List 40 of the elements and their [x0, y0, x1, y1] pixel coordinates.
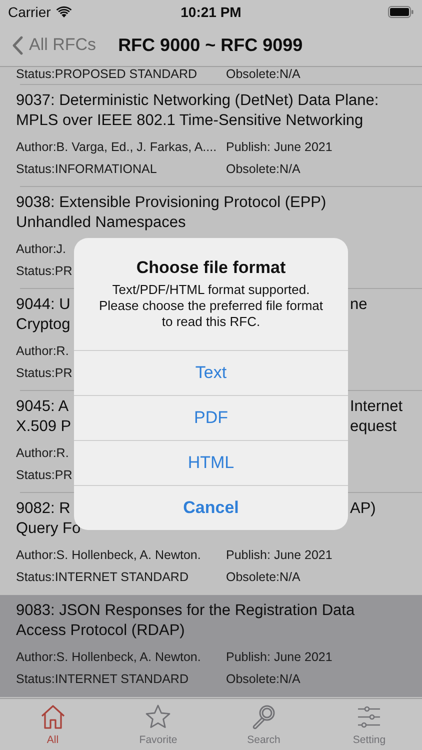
author-text: Author:R. [16, 343, 69, 360]
title-text: X.509 P [16, 418, 72, 435]
navigation-title: RFC 9000 ~ RFC 9099 [118, 34, 303, 56]
title-text: Access Protocol (RDAP) [16, 622, 185, 639]
author-text: Author:R. [16, 445, 69, 462]
author-text: Author:S. Hollenbeck, A. Newton. [16, 649, 201, 666]
publish-date: Publish: June 2021 [226, 649, 332, 666]
title-text: 9045: A [16, 398, 69, 415]
obsolete-text: Obsolete:N/A [226, 569, 300, 586]
carrier-label: Carrier [8, 2, 51, 22]
publish-date: Publish: June 2021 [226, 139, 332, 156]
obsolete-text: Obsolete:N/A [226, 67, 300, 83]
author-text: Author:S. Hollenbeck, A. Newton. [16, 547, 201, 564]
dialog-message: Text/PDF/HTML format supported. Please choose the preferred file format to read this RFC. [98, 282, 324, 330]
title-text: ne [350, 295, 368, 315]
title-text: Internet [350, 397, 403, 417]
status-text: Status:PR [16, 467, 72, 484]
title-text: equest [350, 417, 397, 437]
status-time: 10:21 PM [180, 2, 242, 22]
title-text: Cryptog [16, 316, 70, 333]
title-text: Unhandled Namespaces [16, 214, 186, 231]
title-text: 9044: U [16, 296, 70, 313]
dialog-title: Choose file format [135, 257, 287, 279]
status-text: Status:INFORMATIONAL [16, 161, 157, 178]
status-text: Status:INTERNET STANDARD [16, 569, 188, 586]
status-text: Status:INTERNET STANDARD [16, 671, 188, 688]
status-text: Status:PR [16, 365, 72, 382]
title-text: 9082: R [16, 500, 70, 517]
title-text: AP) [350, 499, 376, 519]
status-text: Status:PR [16, 263, 72, 280]
author-text: Author:J. [16, 241, 66, 258]
obsolete-text: Obsolete:N/A [226, 161, 300, 178]
title-text: 9037: Deterministic Networking (DetNet) Data Plane: [16, 92, 379, 109]
title-text: MPLS over IEEE 802.1 Time-Sensitive Networking [16, 112, 364, 129]
publish-date: Publish: June 2021 [226, 547, 332, 564]
status-text: Status:PROPOSED STANDARD [16, 67, 198, 83]
obsolete-text: Obsolete:N/A [226, 671, 300, 688]
title-text: 9038: Extensible Provisioning Protocol (EPP) [16, 194, 326, 211]
author-text: Author:B. Varga, Ed., J. Farkas, A.... [16, 139, 217, 156]
title-text: 9083: JSON Responses for the Registration Data [16, 602, 355, 619]
